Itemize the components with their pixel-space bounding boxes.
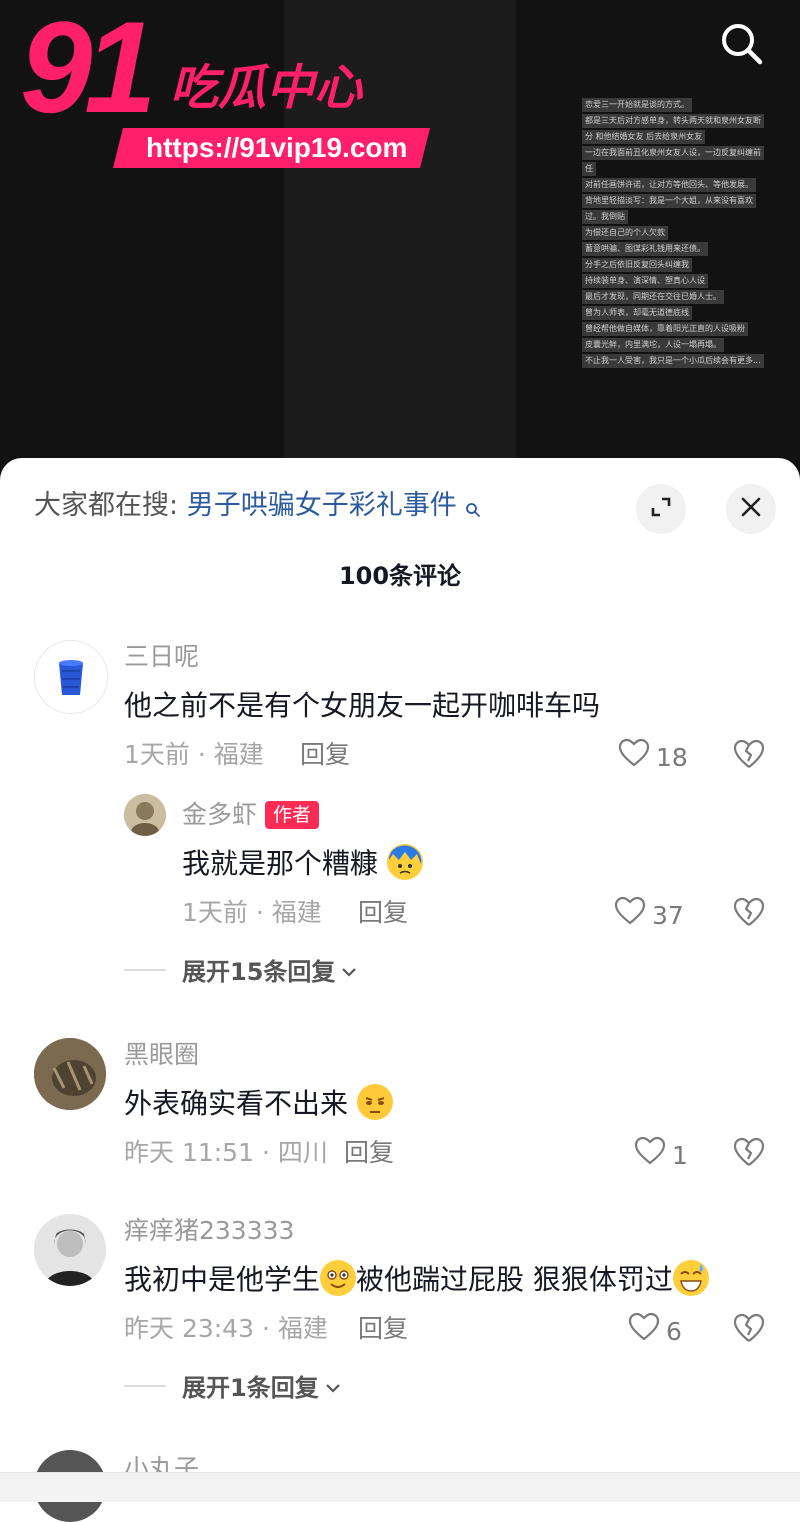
expand-replies-label: 展开15条回复	[182, 958, 336, 986]
comment-meta: 1天前 · 福建	[124, 740, 264, 769]
chat-line: 背地里轻描淡写：我是一个大姐，从来没有喜欢	[582, 194, 756, 208]
chat-line: 过。我倒贴	[582, 210, 628, 224]
chevron-down-icon	[341, 956, 357, 984]
expand-replies-button[interactable]: 展开1条回复	[124, 1368, 341, 1403]
like-count: 6	[666, 1316, 682, 1346]
reply-username-text: 金多虾	[182, 800, 258, 829]
close-icon	[739, 495, 763, 523]
chat-line: 为偿还自己的个人欠款	[582, 226, 668, 240]
like-button[interactable]: 6	[628, 1312, 682, 1351]
avatar[interactable]	[124, 794, 166, 836]
avatar[interactable]	[34, 640, 108, 714]
emoji-icon	[386, 844, 423, 880]
expand-replies-button[interactable]: 展开15条回复	[124, 952, 357, 987]
chat-line: 恋爱三一开始就是谈的方式。	[582, 98, 692, 112]
expand-replies-label: 展开1条回复	[182, 1374, 319, 1402]
avatar[interactable]	[34, 1038, 106, 1110]
expand-icon	[648, 494, 674, 524]
heart-icon	[614, 896, 652, 935]
reply-text: 我就是那个糟糠	[182, 844, 423, 884]
comment-sheet: 大家都在搜: 男子哄骗女子彩礼事件 100条评论 三日呢 他之前不是有个女朋友一…	[0, 458, 800, 1501]
comment-username[interactable]: 黑眼圈	[124, 1038, 199, 1072]
chat-line: 分 和他结婚女友 后去给泉州女友	[582, 130, 706, 144]
avatar[interactable]	[34, 1214, 106, 1286]
comment-username[interactable]: 痒痒猪233333	[124, 1214, 294, 1248]
chat-screenshot: 恋爱三一开始就是谈的方式。 都是三天后对方感单身，转头两天就和泉州女友断 分 和…	[582, 96, 792, 370]
chat-line: 最后才发现，同期还在交往已婚人士。	[582, 290, 724, 304]
chevron-down-icon	[325, 1372, 341, 1400]
watermark-number: 91	[20, 0, 157, 140]
watermark-url-text: https://91vip19.com	[146, 132, 408, 163]
comment-text: 我初中是他学生 被他踹过屁股 狠狠体罚过	[124, 1260, 709, 1300]
comment-input-bar[interactable]	[0, 1472, 800, 1502]
comment-text: 外表确实看不出来	[124, 1084, 393, 1124]
chat-line: 任	[582, 162, 596, 176]
chat-line: 持续装单身、演深情、塑真心人设	[582, 274, 708, 288]
search-icon[interactable]	[716, 18, 768, 70]
chat-line: 不止我一人受害，我只是一个小瓜后续会有更多...	[582, 354, 764, 368]
video-player[interactable]: 恋爱三一开始就是谈的方式。 都是三天后对方感单身，转头两天就和泉州女友断 分 和…	[0, 0, 800, 480]
like-button[interactable]: 18	[618, 738, 688, 777]
reply-button[interactable]: 回复	[358, 896, 408, 930]
comment-text: 他之前不是有个女朋友一起开咖啡车吗	[124, 689, 601, 722]
comment-text-part: 被他踹过屁股 狠狠体罚过	[356, 1263, 673, 1296]
reply-button[interactable]: 回复	[358, 1312, 408, 1346]
like-button[interactable]: 37	[614, 896, 684, 935]
trending-search-label: 大家都在搜:	[34, 490, 179, 521]
heart-icon	[628, 1312, 666, 1351]
reply-username[interactable]: 金多虾 作者	[182, 798, 320, 832]
divider	[124, 968, 166, 971]
close-button[interactable]	[726, 484, 776, 534]
comment-text-content: 外表确实看不出来	[124, 1087, 349, 1120]
expand-button[interactable]	[636, 484, 686, 534]
trending-search-link[interactable]: 男子哄骗女子彩礼事件	[187, 490, 457, 521]
watermark-brand: 吃瓜中心	[170, 60, 363, 116]
reply-button[interactable]: 回复	[300, 738, 350, 772]
like-button[interactable]: 1	[634, 1136, 688, 1175]
heart-icon	[634, 1136, 672, 1175]
like-count: 18	[656, 742, 688, 772]
chat-line: 分手之后依旧反复回头纠缠我	[582, 258, 692, 272]
chat-line: 蓄意哄骗、图谋彩礼钱用来还债。	[582, 242, 708, 256]
chat-line: 曾为人师表，却毫无道德底线	[582, 306, 692, 320]
comment-meta: 昨天 11:51 · 四川	[124, 1138, 328, 1167]
broken-heart-icon[interactable]	[732, 896, 766, 930]
emoji-icon	[672, 1260, 709, 1296]
comment-meta: 昨天 23:43 · 福建	[124, 1314, 328, 1343]
search-icon	[465, 488, 481, 517]
comment-count: 100条评论	[338, 562, 462, 590]
chat-line: 对前任画饼许诺，让对方等他回头、等他发展。	[582, 178, 756, 192]
watermark-url: https://91vip19.com	[113, 128, 431, 168]
author-badge: 作者	[265, 801, 320, 829]
like-count: 1	[672, 1140, 688, 1170]
emoji-icon	[320, 1260, 357, 1296]
comment-username[interactable]: 三日呢	[124, 640, 199, 674]
reply-text-content: 我就是那个糟糠	[182, 847, 379, 880]
broken-heart-icon[interactable]	[732, 1136, 766, 1170]
chat-line: 都是三天后对方感单身，转头两天就和泉州女友断	[582, 114, 764, 128]
heart-icon	[618, 738, 656, 777]
chat-line: 皮囊光鲜，内里满坨，人设一塌再塌。	[582, 338, 724, 352]
reply-button[interactable]: 回复	[344, 1136, 394, 1170]
comment-text-part: 我初中是他学生	[124, 1263, 321, 1296]
trending-search[interactable]: 大家都在搜: 男子哄骗女子彩礼事件	[34, 484, 481, 528]
divider	[124, 1384, 166, 1387]
emoji-icon	[356, 1084, 393, 1120]
broken-heart-icon[interactable]	[732, 1312, 766, 1346]
chat-line: 一边在我面前丑化泉州女友人设，一边反复纠缠前	[582, 146, 764, 160]
like-count: 37	[652, 900, 684, 930]
watermark-logo: 91 吃瓜中心 https://91vip19.com	[20, 0, 431, 170]
chat-line: 曾经帮他做自媒体，靠着阳光正直的人设吸粉	[582, 322, 748, 336]
broken-heart-icon[interactable]	[732, 738, 766, 772]
reply-meta: 1天前 · 福建	[182, 898, 322, 927]
